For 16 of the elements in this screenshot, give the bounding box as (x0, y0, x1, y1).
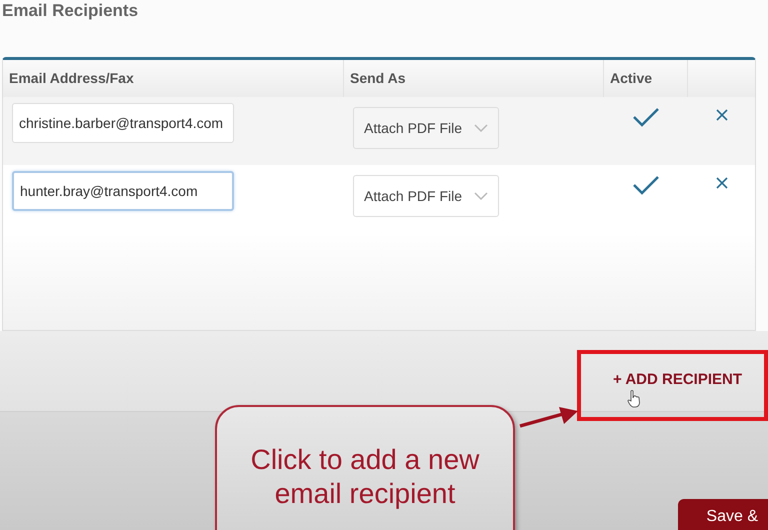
section-title: Email Recipients (2, 0, 140, 22)
add-recipient-button[interactable]: + ADD RECIPIENT (612, 371, 742, 388)
callout-arrow (519, 405, 579, 429)
email-field[interactable]: hunter.bray@transport4.com (12, 171, 234, 211)
save-button[interactable]: Save & (678, 499, 768, 530)
send-as-dropdown[interactable]: Attach PDF File (353, 107, 499, 149)
delete-icon[interactable] (716, 109, 728, 121)
hand-cursor-icon (627, 390, 641, 408)
chevron-icon (474, 124, 488, 132)
email-field[interactable]: christine.barber@transport4.com (12, 103, 234, 143)
chevron-icon (474, 192, 488, 200)
send-as-dropdown[interactable]: Attach PDF File (353, 175, 499, 217)
check-icon[interactable] (633, 175, 659, 195)
check-icon[interactable] (633, 107, 659, 127)
callout-text: Click to add a new email recipient (250, 443, 480, 511)
delete-icon[interactable] (716, 177, 728, 189)
